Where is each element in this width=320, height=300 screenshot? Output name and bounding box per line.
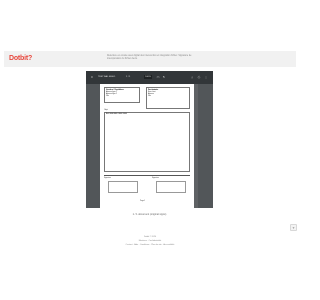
- pdf-file-title: TEST BAL 0000.1: [98, 76, 116, 78]
- footer-links[interactable]: Contact · Aide · Conditions · Plan du si…: [0, 244, 300, 246]
- document-caption: 1 / 1 document (original signé): [132, 213, 167, 216]
- content-box: Réf: 0000 0000 / 0000 / 0000: [104, 112, 190, 172]
- fit-page-icon[interactable]: ▭: [156, 75, 160, 79]
- help-icon: ?: [292, 226, 295, 230]
- signature-area-left: [108, 181, 138, 193]
- pdf-scrollbar[interactable]: [194, 84, 198, 208]
- footer-links[interactable]: Mentions · Confidentialité: [0, 240, 300, 242]
- more-icon[interactable]: ⋮: [204, 75, 208, 79]
- pdf-zoom-level[interactable]: 100%: [144, 75, 152, 79]
- banner-message: Relecture en écoute avec digital dev int…: [107, 55, 192, 60]
- sender-box: Vendeur / Expéditeur Adresse ligne 1 Adr…: [104, 87, 140, 103]
- sender-line: Ville: [106, 96, 109, 97]
- signature-label-right: Signature: [152, 178, 159, 179]
- recipient-line: Ville: [148, 96, 151, 97]
- logo-mark: ?: [28, 55, 33, 62]
- recipient-title: Destinataire: [148, 89, 159, 91]
- page-footer-note: Page 1: [140, 201, 146, 202]
- download-icon[interactable]: ⤓: [190, 75, 194, 79]
- print-icon[interactable]: ⎙: [197, 75, 201, 79]
- page: Dotbit? Relecture en écoute avec digital…: [0, 0, 300, 300]
- menu-icon[interactable]: ≡: [90, 75, 94, 79]
- recipient-box: Destinataire Nom client Adresse Ville: [146, 87, 190, 109]
- logo[interactable]: Dotbit?: [9, 55, 32, 62]
- sender-title: Vendeur / Expéditeur: [106, 89, 124, 91]
- pdf-toolbar: ≡ TEST BAL 0000.1 1 / 1 100% ▭ ↻ ⤓ ⎙ ⋮: [86, 71, 213, 84]
- pdf-page-indicator[interactable]: 1 / 1: [126, 76, 130, 78]
- signature-area-right: [156, 181, 186, 193]
- rotate-icon[interactable]: ↻: [162, 75, 166, 79]
- signature-label-left: Signature: [104, 178, 111, 179]
- reference-line: Réf: 0000 0000 / 0000 / 0000: [106, 114, 127, 115]
- logo-text: Dotbit: [9, 55, 29, 62]
- help-button[interactable]: ?: [290, 224, 297, 231]
- pdf-page: Vendeur / Expéditeur Adresse ligne 1 Adr…: [100, 84, 194, 208]
- footer-line: Dotbit © 2024: [143, 236, 157, 238]
